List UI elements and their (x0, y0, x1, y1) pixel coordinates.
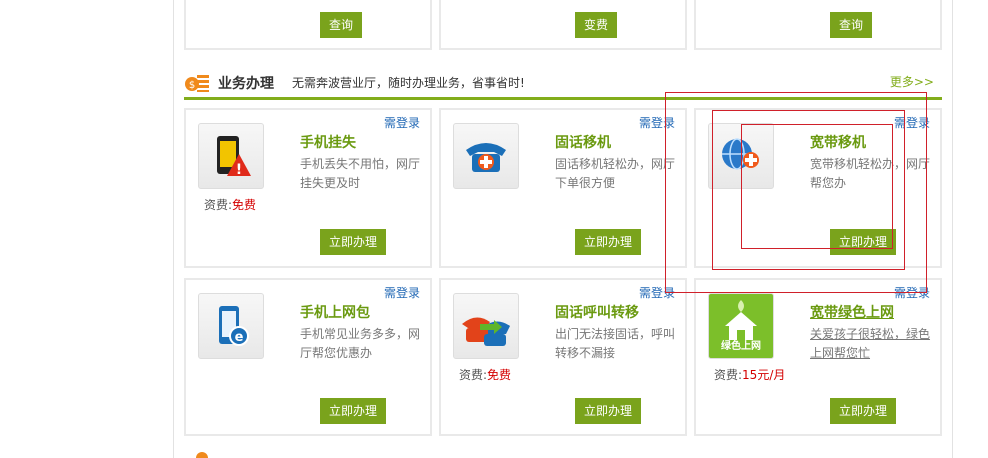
service-description: 宽带移机轻松办，网厅帮您办 (810, 157, 931, 190)
apply-now-button[interactable]: 立即办理 (830, 398, 896, 424)
login-required-link[interactable]: 需登录 (894, 114, 930, 131)
top-card-3: 查询 (694, 0, 942, 50)
telephone-forward-icon[interactable] (453, 293, 519, 359)
more-link[interactable]: 更多>> (890, 73, 934, 90)
service-card-call-forward: 需登录 资费:免费 固话呼叫转移 出门无法接固话，呼叫转移不漏接 立即办理 (439, 278, 687, 436)
svg-text:$: $ (189, 80, 195, 91)
service-card-landline-move: 需登录 固话移机 固话移机轻松办，网厅下单很方便 立即办理 (439, 108, 687, 268)
money-stack-icon: $ (185, 75, 209, 92)
top-card-1: 查询 (184, 0, 432, 50)
query-button[interactable]: 查询 (320, 12, 362, 38)
service-title[interactable]: 宽带绿色上网 (810, 302, 894, 322)
service-card-mobile-data: 需登录 e 手机上网包 手机常见业务多多，网厅帮您优惠办 立即办理 (184, 278, 432, 436)
service-card-green-internet: 需登录 绿色上网 资费:15元/月 宽带绿色上网 关爱孩子很轻松，绿色上网帮您忙… (694, 278, 942, 436)
login-required-link[interactable]: 需登录 (384, 114, 420, 131)
apply-now-button[interactable]: 立即办理 (320, 398, 386, 424)
green-internet-icon-label: 绿色上网 (721, 341, 761, 352)
apply-now-button[interactable]: 立即办理 (575, 229, 641, 255)
phone-warning-icon[interactable]: ! (198, 123, 264, 189)
apply-now-button[interactable]: 立即办理 (830, 229, 896, 255)
fee-label: 资费:免费 (459, 368, 512, 382)
svg-text:!: ! (236, 162, 242, 178)
query-button[interactable]: 查询 (830, 12, 872, 38)
login-required-link[interactable]: 需登录 (894, 284, 930, 301)
globe-plus-icon[interactable] (708, 123, 774, 189)
telephone-plus-icon[interactable] (453, 123, 519, 189)
service-card-broadband-move: 需登录 宽带移机 宽带移机轻松办，网厅帮您办 立即办理 (694, 108, 942, 268)
service-title[interactable]: 手机上网包 (300, 302, 370, 322)
top-card-2: 变费 (439, 0, 687, 50)
service-description: 固话移机轻松办，网厅下单很方便 (555, 157, 676, 190)
svg-text:e: e (235, 330, 244, 345)
service-card-phone-loss: 需登录 ! 资费:免费 手机挂失 手机丢失不用怕，网厅挂失更及时 立即办理 (184, 108, 432, 268)
fee-label: 资费:免费 (204, 198, 257, 212)
service-title[interactable]: 宽带移机 (810, 132, 866, 152)
service-description: 手机常见业务多多，网厅帮您优惠办 (300, 327, 421, 360)
section-subtitle: 无需奔波营业厅，随时办理业务，省事省时! (292, 76, 525, 90)
login-required-link[interactable]: 需登录 (639, 284, 675, 301)
section-title: 业务办理 (218, 76, 274, 92)
next-section-icon (196, 452, 208, 458)
fee-label: 资费:15元/月 (714, 368, 786, 382)
login-required-link[interactable]: 需登录 (639, 114, 675, 131)
change-fee-button[interactable]: 变费 (575, 12, 617, 38)
service-description: 手机丢失不用怕，网厅挂失更及时 (300, 157, 421, 190)
login-required-link[interactable]: 需登录 (384, 284, 420, 301)
apply-now-button[interactable]: 立即办理 (320, 229, 386, 255)
service-title[interactable]: 固话呼叫转移 (555, 302, 639, 322)
service-title[interactable]: 手机挂失 (300, 132, 356, 152)
apply-now-button[interactable]: 立即办理 (575, 398, 641, 424)
phone-internet-icon[interactable]: e (198, 293, 264, 359)
service-title[interactable]: 固话移机 (555, 132, 611, 152)
service-description[interactable]: 关爱孩子很轻松，绿色上网帮您忙 (810, 325, 938, 363)
section-header: $ 业务办理 无需奔波营业厅，随时办理业务，省事省时! 更多>> (184, 66, 942, 100)
service-description: 出门无法接固话，呼叫转移不漏接 (555, 327, 676, 360)
green-house-icon[interactable]: 绿色上网 (708, 293, 774, 359)
